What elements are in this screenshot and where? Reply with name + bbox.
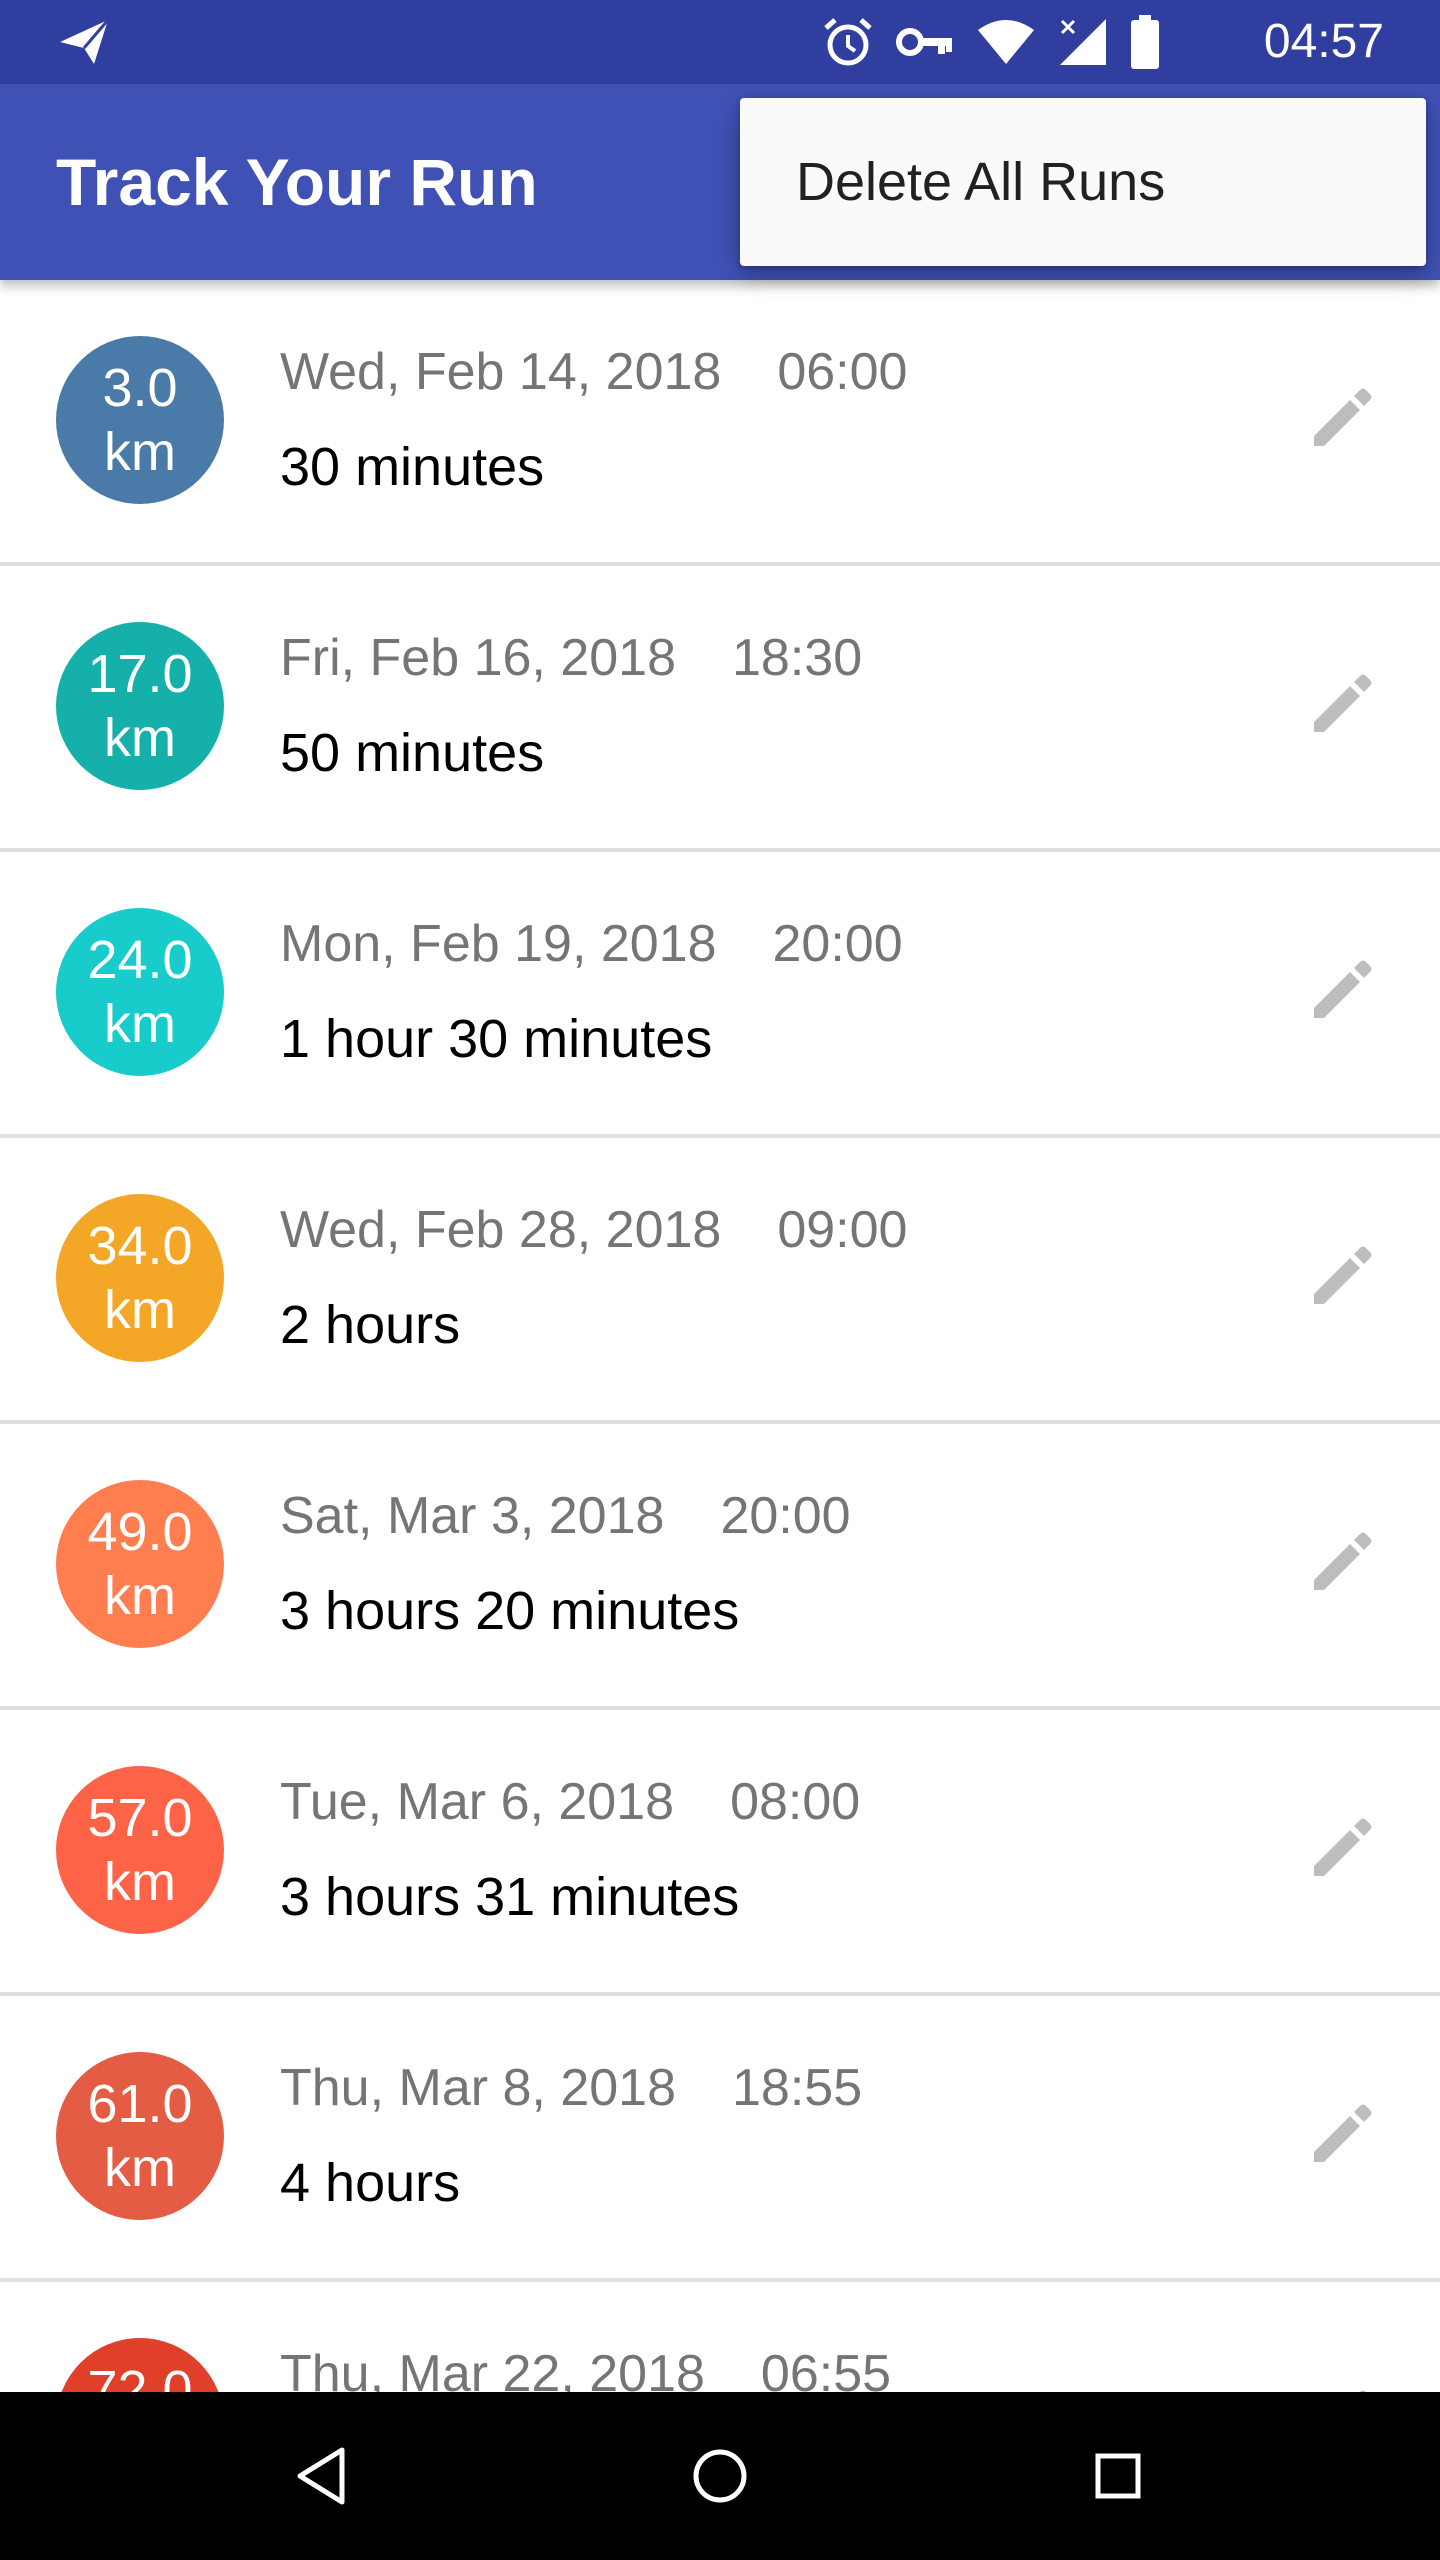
alarm-icon xyxy=(822,16,874,68)
distance-value: 3.0 xyxy=(102,358,178,418)
distance-unit: km xyxy=(104,1852,176,1912)
run-time: 09:00 xyxy=(777,1201,908,1259)
distance-value: 49.0 xyxy=(87,1502,193,1562)
distance-badge: 3.0 km xyxy=(56,336,224,504)
distance-badge: 17.0 km xyxy=(56,622,224,790)
run-duration: 2 hours xyxy=(280,1295,461,1355)
distance-unit: km xyxy=(104,422,176,482)
edit-icon[interactable] xyxy=(1302,1808,1382,1888)
run-time: 20:00 xyxy=(720,1487,851,1545)
run-time: 06:00 xyxy=(777,343,908,401)
run-time: 18:30 xyxy=(732,629,863,687)
run-date: Fri, Feb 16, 2018 xyxy=(280,629,676,687)
run-time: 06:55 xyxy=(760,2345,892,2392)
run-row[interactable]: 24.0 km Mon, Feb 19, 2018 20:00 1 hour 30 mi… xyxy=(0,852,1440,1138)
distance-value: 17.0 xyxy=(87,644,193,704)
app-title: Track Your Run xyxy=(56,145,538,219)
run-datetime: Fri, Feb 16, 2018 18:30 xyxy=(280,628,862,688)
edit-icon[interactable] xyxy=(1302,1236,1382,1316)
edit-icon[interactable] xyxy=(1302,664,1382,744)
send-icon xyxy=(54,14,114,70)
run-datetime: Sat, Mar 3, 2018 20:00 xyxy=(280,1486,851,1546)
run-date: Wed, Feb 14, 2018 xyxy=(280,343,722,401)
distance-unit: km xyxy=(104,994,176,1054)
wifi-icon xyxy=(976,18,1036,66)
run-duration: 30 minutes xyxy=(280,437,545,497)
run-duration: 50 minutes xyxy=(280,723,545,783)
status-time: 04:57 xyxy=(1263,15,1384,68)
navigation-bar xyxy=(0,2392,1440,2560)
run-date: Wed, Feb 28, 2018 xyxy=(280,1201,722,1259)
run-datetime: Thu, Mar 8, 2018 18:55 xyxy=(280,2058,862,2118)
vpn-key-icon xyxy=(896,22,954,62)
run-duration: 4 hours xyxy=(280,2153,461,2213)
distance-unit: km xyxy=(104,1280,176,1340)
distance-badge: 49.0 km xyxy=(56,1480,224,1648)
run-time: 08:00 xyxy=(730,1773,861,1831)
edit-icon[interactable] xyxy=(1302,1522,1382,1602)
overflow-menu: Delete All Runs xyxy=(740,98,1426,266)
run-duration: 3 hours 20 minutes xyxy=(280,1581,740,1641)
run-duration: 3 hours 31 minutes xyxy=(280,1867,740,1927)
distance-value: 57.0 xyxy=(87,1788,193,1848)
status-icons xyxy=(822,14,1160,70)
run-row[interactable]: 57.0 km Tue, Mar 6, 2018 08:00 3 hours 31 mi… xyxy=(0,1710,1440,1996)
run-list[interactable]: 3.0 km Wed, Feb 14, 2018 06:00 30 minutes 17.… xyxy=(0,280,1440,2392)
distance-unit: km xyxy=(104,708,176,768)
run-date: Mon, Feb 19, 2018 xyxy=(280,915,717,973)
run-row[interactable]: 49.0 km Sat, Mar 3, 2018 20:00 3 hours 20 mi… xyxy=(0,1424,1440,1710)
distance-badge: 57.0 km xyxy=(56,1766,224,1934)
run-date: Thu, Mar 8, 2018 xyxy=(280,2059,676,2117)
run-date: Thu, Mar 22, 2018 xyxy=(280,2345,705,2392)
run-time: 18:55 xyxy=(732,2059,863,2117)
edit-icon[interactable] xyxy=(1302,378,1382,458)
edit-icon[interactable] xyxy=(1302,2094,1382,2174)
run-datetime: Wed, Feb 28, 2018 09:00 xyxy=(280,1200,907,1260)
run-datetime: Wed, Feb 14, 2018 06:00 xyxy=(280,342,907,402)
status-bar: 04:57 xyxy=(0,0,1440,84)
back-icon[interactable] xyxy=(282,2436,362,2516)
distance-unit: km xyxy=(104,1566,176,1626)
run-date: Tue, Mar 6, 2018 xyxy=(280,1773,675,1831)
distance-badge: 24.0 km xyxy=(56,908,224,1076)
distance-value: 72.0 xyxy=(87,2360,193,2392)
run-row[interactable]: 34.0 km Wed, Feb 28, 2018 09:00 2 hours xyxy=(0,1138,1440,1424)
edit-icon[interactable] xyxy=(1302,2380,1382,2392)
home-icon[interactable] xyxy=(680,2436,760,2516)
run-time: 20:00 xyxy=(772,915,903,973)
distance-badge: 34.0 km xyxy=(56,1194,224,1362)
run-row[interactable]: 17.0 km Fri, Feb 16, 2018 18:30 50 minutes xyxy=(0,566,1440,852)
run-row[interactable]: 72.0km Thu, Mar 22, 2018 06:55 xyxy=(0,2282,1440,2392)
battery-icon xyxy=(1130,15,1160,69)
distance-badge: 72.0km xyxy=(56,2338,224,2392)
distance-badge: 61.0 km xyxy=(56,2052,224,2220)
run-row[interactable]: 3.0 km Wed, Feb 14, 2018 06:00 30 minutes xyxy=(0,280,1440,566)
menu-item-delete-all-runs[interactable]: Delete All Runs xyxy=(740,98,1426,266)
run-row[interactable]: 61.0 km Thu, Mar 8, 2018 18:55 4 hours xyxy=(0,1996,1440,2282)
run-datetime: Thu, Mar 22, 2018 06:55 xyxy=(280,2344,891,2392)
distance-value: 34.0 xyxy=(87,1216,193,1276)
distance-value: 24.0 xyxy=(87,930,193,990)
signal-icon xyxy=(1058,17,1108,67)
run-datetime: Tue, Mar 6, 2018 08:00 xyxy=(280,1772,860,1832)
run-date: Sat, Mar 3, 2018 xyxy=(280,1487,665,1545)
run-datetime: Mon, Feb 19, 2018 20:00 xyxy=(280,914,903,974)
distance-value: 61.0 xyxy=(87,2074,193,2134)
run-duration: 1 hour 30 minutes xyxy=(280,1009,713,1069)
distance-unit: km xyxy=(104,2138,176,2198)
edit-icon[interactable] xyxy=(1302,950,1382,1030)
recents-icon[interactable] xyxy=(1078,2436,1158,2516)
